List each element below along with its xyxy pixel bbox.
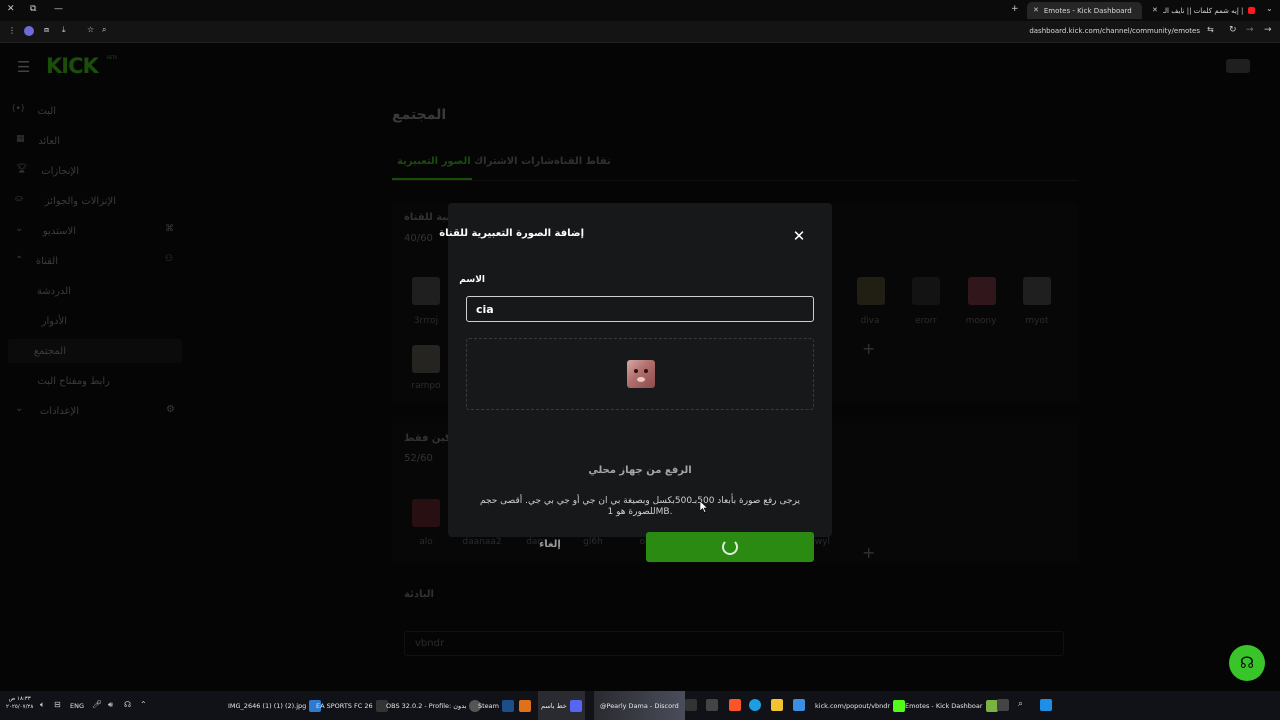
taskbar-app[interactable]: EA SPORTS FC 26 <box>316 691 388 720</box>
taskbar-app-label: Steam <box>478 701 499 710</box>
taskbar-app-label: خط باسم <box>541 701 567 710</box>
clock[interactable]: ١٨:٣٣ ص ٢٠٢٥/٠٧/٢٨ <box>6 695 33 711</box>
chrome-icon[interactable] <box>793 699 805 711</box>
tab-close-icon[interactable]: ✕ <box>1033 7 1039 14</box>
taskbar-app[interactable] <box>519 691 531 720</box>
mic-icon[interactable]: 🎤︎ <box>92 701 102 709</box>
app-icon[interactable] <box>685 699 697 711</box>
dashboard-page: ☰ KICK BETA البث (•) العائد ▦ الإنجازات … <box>0 43 1280 691</box>
mouse-cursor-icon <box>700 501 708 513</box>
url-text[interactable]: dashboard.kick.com/channel/community/emo… <box>1029 27 1200 35</box>
cancel-button[interactable]: إلغاء <box>466 530 634 558</box>
extensions-icon[interactable]: ⧈ <box>44 26 49 34</box>
new-tab-icon[interactable]: + <box>1011 5 1019 14</box>
clock-date: ٢٠٢٥/٠٧/٢٨ <box>6 704 34 710</box>
taskbar-app[interactable]: خط باسم <box>538 691 585 720</box>
bookmark-star-icon[interactable]: ☆ <box>87 26 94 34</box>
taskbar-app[interactable]: Steam <box>478 691 514 720</box>
youtube-favicon-icon <box>1247 7 1255 14</box>
tab-title: Emotes - Kick Dashboard <box>1043 6 1132 15</box>
upload-local-label[interactable]: الرفع من جهاز محلي <box>448 465 832 476</box>
start-icon[interactable] <box>1040 699 1052 711</box>
taskbar-app-label: kick.com/popout/vbndr <box>815 701 891 710</box>
forward-icon[interactable]: → <box>1246 26 1254 35</box>
taskbar-app[interactable]: kick.com/popout/vbndr <box>815 691 906 720</box>
taskbar-app[interactable]: OBS 32.0.2 - Profile: بدون <box>386 691 482 720</box>
calculator-app-icon[interactable] <box>706 699 718 711</box>
kick-icon <box>893 699 906 712</box>
back-icon[interactable]: → <box>1264 26 1272 35</box>
profile-avatar[interactable] <box>24 26 34 36</box>
upload-dropzone[interactable] <box>466 338 814 410</box>
language-indicator[interactable]: ENG <box>70 702 84 710</box>
taskbar-app[interactable]: @Pearly Dama - Discord <box>594 691 685 720</box>
taskbar-app-label: OBS 32.0.2 - Profile: بدون <box>386 701 467 710</box>
search-icon[interactable]: ⌕ <box>1018 700 1023 709</box>
preview-eye <box>644 369 648 373</box>
reload-icon[interactable]: ↻ <box>1229 26 1237 35</box>
preview-eye <box>634 369 638 373</box>
clock-time: ١٨:٣٣ ص <box>8 696 31 702</box>
tab-close-icon[interactable]: ✕ <box>1152 7 1158 14</box>
network-icon[interactable]: ⊟ <box>54 701 61 709</box>
name-label: الاسم <box>459 275 485 285</box>
site-settings-icon[interactable]: ⇆ <box>1207 26 1214 34</box>
close-icon[interactable]: ✕ <box>791 228 807 244</box>
tab-search-icon[interactable]: ⌄ <box>1266 5 1273 13</box>
loading-spinner-icon <box>722 539 738 555</box>
discord-icon <box>569 699 582 712</box>
headphones-icon[interactable]: ☊ <box>124 701 131 709</box>
emote-preview-image <box>627 360 655 388</box>
taskbar-app-label: @Pearly Dama - Discord <box>600 701 679 710</box>
app-a-icon <box>519 699 531 712</box>
speaker-icon[interactable]: 🔈︎ <box>40 701 45 709</box>
kick-dashboard-icon <box>985 699 998 712</box>
upload-help-line: للصورة هو 1MB. <box>607 507 673 517</box>
taskbar-app-label: IMG_2646 (1) (1) (2).jpg <box>228 701 307 710</box>
menu-dots-icon[interactable]: ⋮ <box>8 27 16 35</box>
cancel-label: إلغاء <box>539 538 561 550</box>
edge-icon[interactable] <box>749 699 761 711</box>
close-window-icon[interactable]: ✕ <box>7 5 15 14</box>
emote-name-input[interactable] <box>466 296 814 322</box>
tray-chevron-icon[interactable]: ⌃ <box>140 701 147 709</box>
minimize-window-icon[interactable]: — <box>54 5 63 14</box>
taskbar-app[interactable]: Emotes - Kick Dashboar <box>905 691 998 720</box>
submit-button[interactable] <box>646 532 814 562</box>
windows-taskbar: ١٨:٣٣ ص ٢٠٢٥/٠٧/٢٨ 🔈︎ ⊟ ENG 🎤︎ 🔊︎ ☊ ⌃ IM… <box>0 691 1280 720</box>
taskbar-app[interactable]: IMG_2646 (1) (1) (2).jpg <box>228 691 322 720</box>
task-view-icon[interactable] <box>997 699 1009 711</box>
address-bar: ⋮ ⧈ ⤓ ☆ ⌕ dashboard.kick.com/channel/com… <box>0 21 1280 43</box>
steam-icon <box>502 699 514 712</box>
taskbar-app-label: EA SPORTS FC 26 <box>316 701 373 710</box>
modal-title: إضافة الصورة التعبيرية للقناة <box>439 228 584 239</box>
headset-icon: ☊ <box>1239 653 1255 672</box>
taskbar-app-label: Emotes - Kick Dashboar <box>905 701 983 710</box>
zoom-icon[interactable]: ⌕ <box>102 26 106 34</box>
tab-youtube[interactable]: ✕ شيلة || إيه شمم كلمات || نايف الـ <box>1146 2 1261 19</box>
tab-title: شيلة || إيه شمم كلمات || نايف الـ <box>1162 6 1243 15</box>
preview-nose <box>637 377 645 382</box>
download-icon[interactable]: ⤓ <box>62 26 66 34</box>
upload-help-text: يرجى رفع صورة بأبعاد 500بـ500بكسل وبصيغة… <box>476 496 804 518</box>
upload-help-line: يرجى رفع صورة بأبعاد 500بـ500بكسل وبصيغة… <box>479 496 801 506</box>
support-chat-button[interactable]: ☊ <box>1229 645 1265 681</box>
folder-icon[interactable] <box>771 699 783 711</box>
add-emote-modal: إضافة الصورة التعبيرية للقناة ✕ الاسم ال… <box>439 203 832 562</box>
volume-icon[interactable]: 🔊︎ <box>108 701 113 709</box>
browser-tab-bar: ✕ ⧉ — + ✕ Emotes - Kick Dashboard ✕ شيلة… <box>0 0 1280 21</box>
restore-window-icon[interactable]: ⧉ <box>30 5 36 14</box>
brave-icon[interactable] <box>729 699 741 711</box>
tab-emotes-dashboard[interactable]: ✕ Emotes - Kick Dashboard <box>1027 2 1142 19</box>
